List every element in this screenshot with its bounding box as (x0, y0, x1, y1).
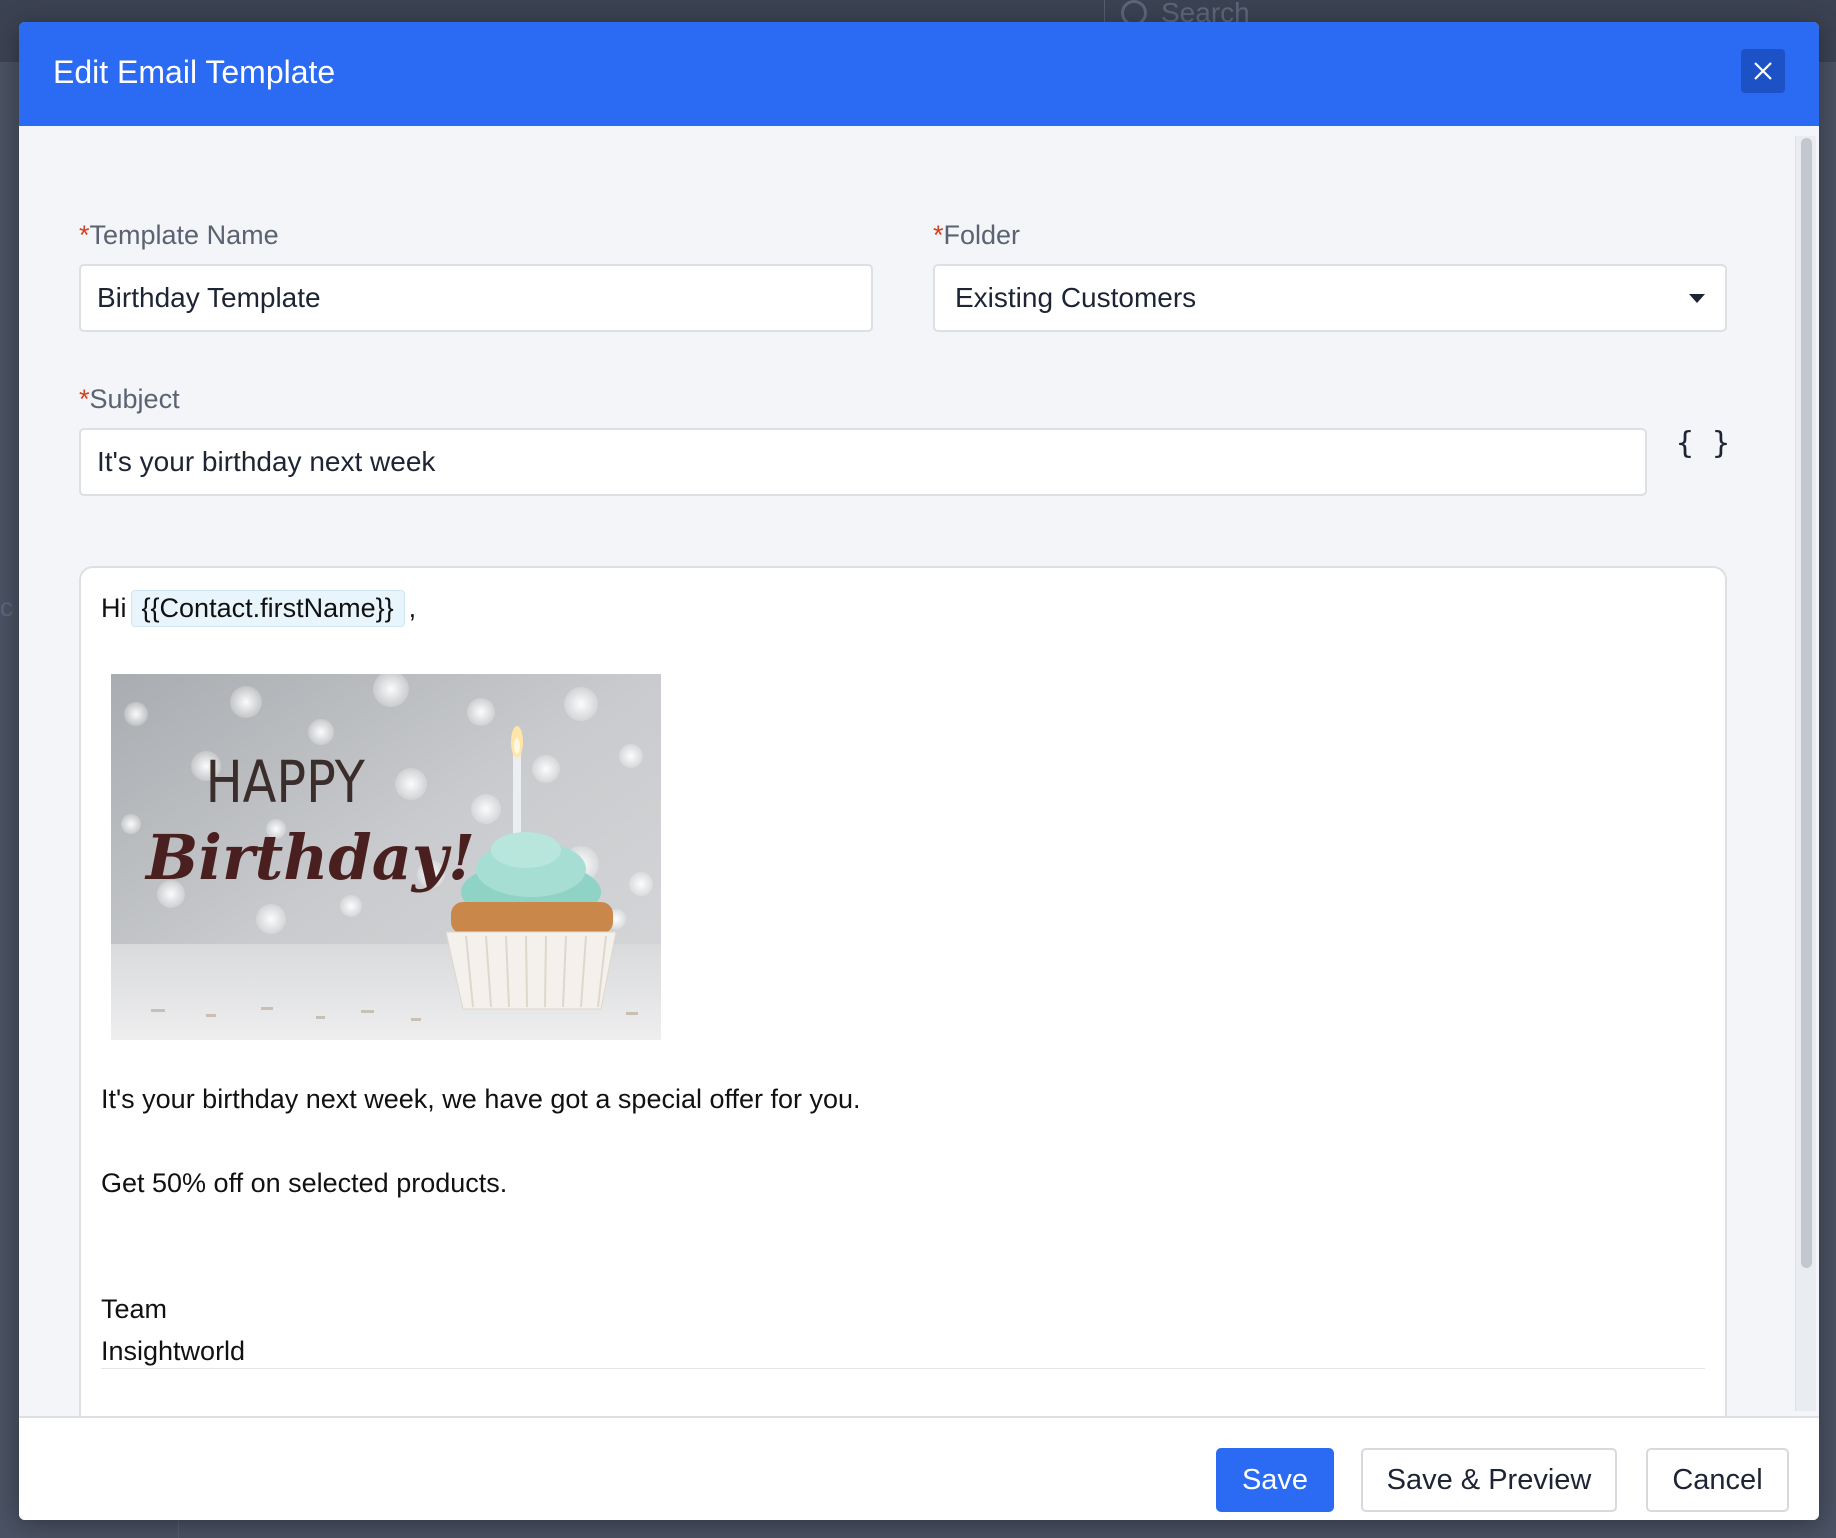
subject-label: *Subject (79, 384, 180, 415)
required-mark: * (79, 220, 90, 250)
folder-label: *Folder (933, 220, 1020, 251)
required-mark: * (79, 384, 90, 414)
birthday-image-graphic: HAPPY Birthday! (111, 674, 661, 1040)
body-paragraph-2: Get 50% off on selected products. (101, 1168, 508, 1198)
template-name-label-text: Template Name (89, 220, 279, 250)
close-icon (1754, 62, 1772, 80)
subject-input[interactable] (79, 428, 1647, 496)
greeting-prefix: Hi (101, 593, 127, 623)
template-name-input[interactable] (79, 264, 873, 332)
modal-scrollbar[interactable] (1795, 136, 1816, 1411)
image-text-happy: HAPPY (206, 748, 365, 816)
subject-label-text: Subject (89, 384, 180, 414)
merge-fields-button[interactable]: { } (1671, 418, 1735, 468)
edit-email-template-modal: Edit Email Template *Template Name *Fold… (19, 22, 1819, 1520)
signoff-line-2: Insightworld (101, 1336, 246, 1366)
folder-select[interactable]: Existing Customers (933, 264, 1727, 332)
save-preview-button[interactable]: Save & Preview (1361, 1448, 1617, 1512)
template-name-label: *Template Name (79, 220, 279, 251)
close-button[interactable] (1741, 49, 1785, 93)
body-paragraph-1: It's your birthday next week, we have go… (101, 1084, 861, 1114)
chevron-down-icon (1689, 293, 1705, 303)
modal-footer: Save Save & Preview Cancel (19, 1416, 1819, 1520)
save-button[interactable]: Save (1216, 1448, 1334, 1512)
email-body-editor[interactable]: Hi {{Contact.firstName}}, HAPPY Birthday… (79, 566, 1727, 1416)
folder-selected-value: Existing Customers (955, 282, 1197, 313)
birthday-image[interactable]: HAPPY Birthday! (111, 674, 661, 1040)
cancel-button[interactable]: Cancel (1646, 1448, 1789, 1512)
merge-tag[interactable]: {{Contact.firstName}} (130, 590, 405, 627)
modal-body: *Template Name *Folder Existing Customer… (19, 126, 1819, 1416)
greeting-suffix: , (408, 593, 417, 623)
modal-header: Edit Email Template (19, 22, 1819, 126)
signoff-line-1: Team (101, 1294, 168, 1324)
greeting-line: Hi {{Contact.firstName}}, (101, 590, 416, 627)
folder-label-text: Folder (943, 220, 1021, 250)
editor-divider (101, 1368, 1705, 1369)
required-mark: * (933, 220, 944, 250)
scrollbar-thumb[interactable] (1801, 138, 1812, 1268)
background-letter: c (0, 592, 13, 622)
image-text-birthday: Birthday! (144, 821, 475, 894)
modal-title: Edit Email Template (53, 54, 336, 90)
